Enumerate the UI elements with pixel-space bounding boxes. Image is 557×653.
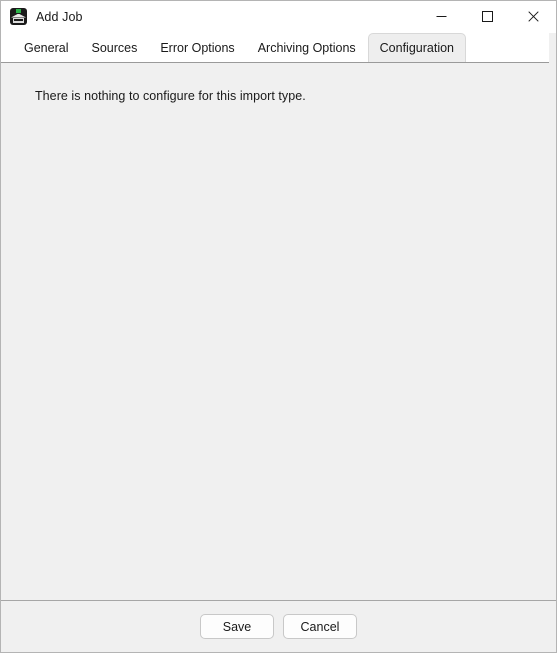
- window-controls: [418, 1, 556, 32]
- tab-error-options[interactable]: Error Options: [149, 33, 245, 62]
- app-icon-led: [16, 9, 21, 13]
- dialog-footer: Save Cancel: [1, 600, 556, 652]
- app-icon-body: [13, 17, 24, 23]
- title-bar-left: Add Job: [1, 8, 83, 25]
- save-button[interactable]: Save: [200, 614, 274, 639]
- minimize-icon: [436, 11, 447, 22]
- tab-configuration[interactable]: Configuration: [367, 33, 467, 62]
- tab-sources[interactable]: Sources: [80, 33, 148, 62]
- cancel-button[interactable]: Cancel: [283, 614, 357, 639]
- tab-general[interactable]: General: [13, 33, 79, 62]
- tab-archiving-options[interactable]: Archiving Options: [247, 33, 367, 62]
- tab-strip-container: General Sources Error Options Archiving …: [1, 33, 556, 64]
- minimize-button[interactable]: [418, 1, 464, 32]
- configuration-message: There is nothing to configure for this i…: [35, 89, 306, 103]
- close-icon: [527, 11, 539, 22]
- maximize-button[interactable]: [464, 1, 510, 32]
- close-button[interactable]: [510, 1, 556, 32]
- app-icon: [10, 8, 27, 25]
- window-title: Add Job: [36, 9, 83, 24]
- maximize-icon: [481, 11, 493, 22]
- title-bar: Add Job: [1, 1, 556, 33]
- configuration-panel: There is nothing to configure for this i…: [1, 64, 556, 600]
- tab-strip: General Sources Error Options Archiving …: [1, 33, 549, 63]
- add-job-dialog: Add Job General Sources Error Options Ar…: [0, 0, 557, 653]
